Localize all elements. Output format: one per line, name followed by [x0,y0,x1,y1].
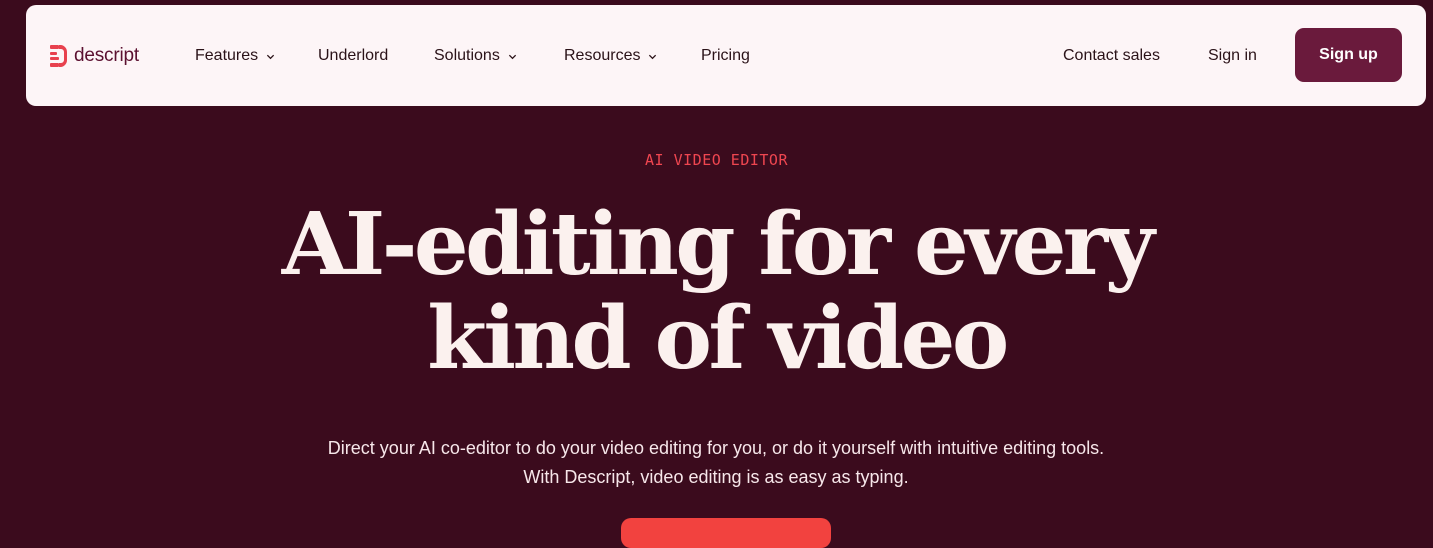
nav-underlord-label: Underlord [318,47,389,64]
descript-logo-icon [50,45,68,67]
nav-resources-label: Resources [564,47,641,64]
top-navbar: descript Features Underlord Solutions Re… [26,5,1426,106]
chevron-down-icon [267,54,275,59]
chevron-down-icon [649,54,657,59]
nav-solutions[interactable]: Solutions [434,43,517,69]
nav-resources[interactable]: Resources [564,43,657,69]
nav-contact-sales[interactable]: Contact sales [1063,43,1160,69]
chevron-down-icon [508,54,516,59]
descript-logo[interactable]: descript [50,43,139,69]
nav-sign-in[interactable]: Sign in [1208,43,1257,69]
nav-pricing-label: Pricing [701,47,750,64]
hero-eyebrow: AI VIDEO EDITOR [645,151,788,169]
nav-features[interactable]: Features [195,43,275,69]
sign-up-label: Sign up [1319,46,1378,63]
sign-up-button[interactable]: Sign up [1295,28,1402,82]
nav-solutions-label: Solutions [434,47,500,64]
hero-headline: AI-editing for every kind of video [281,194,1155,389]
nav-pricing[interactable]: Pricing [701,43,750,69]
hero-subheadline: Direct your AI co-editor to do your vide… [327,438,1105,487]
nav-features-label: Features [195,47,259,64]
contact-sales-label: Contact sales [1063,47,1160,64]
nav-underlord[interactable]: Underlord [318,43,388,69]
sign-in-label: Sign in [1208,47,1257,64]
hero-cta-button[interactable] [621,518,831,548]
brand-name: descript [74,45,139,66]
